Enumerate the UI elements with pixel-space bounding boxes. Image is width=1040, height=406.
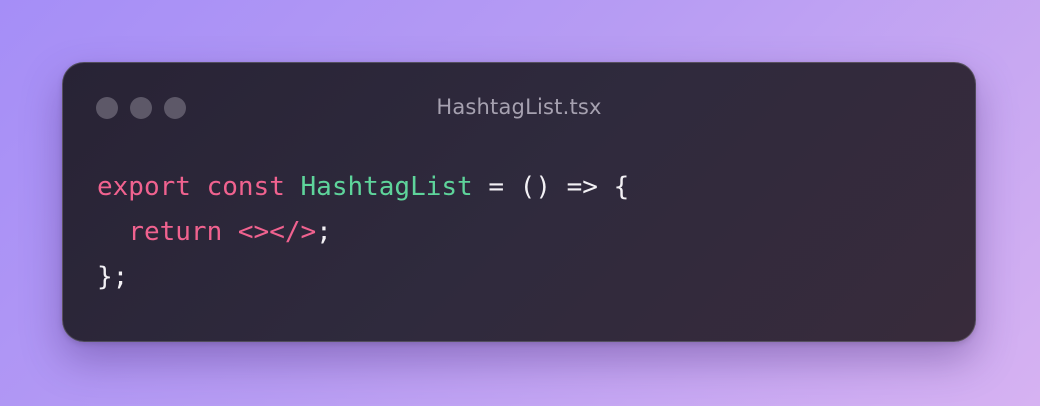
token: }; <box>97 262 129 292</box>
token: HashtagList <box>300 172 473 202</box>
code-line-1: export const HashtagList = () => { <box>97 165 629 210</box>
token: export <box>97 172 191 202</box>
code-line-3: }; <box>97 255 629 300</box>
code-window: HashtagList.tsx export const HashtagList… <box>62 62 976 342</box>
code-block: export const HashtagList = () => { retur… <box>97 165 629 300</box>
token: const <box>206 172 285 202</box>
token: = () => { <box>472 172 630 202</box>
token: ; <box>316 217 332 247</box>
window-titlebar: HashtagList.tsx <box>63 63 975 155</box>
token: return <box>128 217 223 247</box>
token: <></> <box>237 217 317 247</box>
code-line-2: return <></>; <box>97 210 629 255</box>
window-title: HashtagList.tsx <box>436 95 602 119</box>
